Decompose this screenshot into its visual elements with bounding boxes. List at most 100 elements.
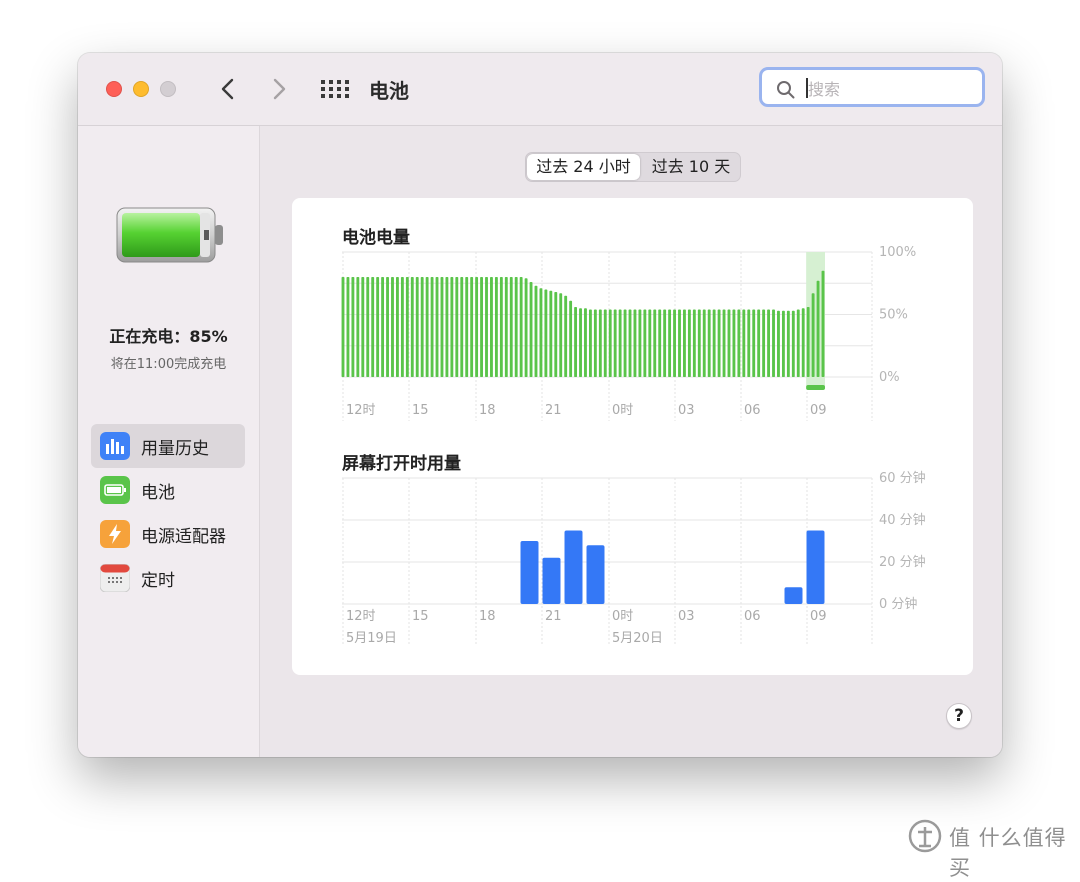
battery-bar [579, 308, 582, 377]
battery-bar [509, 277, 513, 377]
battery-bar [430, 277, 434, 377]
battery-bar [460, 277, 464, 377]
search-input[interactable] [806, 77, 970, 101]
battery-bar [767, 309, 771, 377]
x-tick-label: 12时 [346, 403, 376, 418]
battery-bar [415, 277, 419, 377]
battery-bar [673, 309, 676, 377]
x-tick-label: 06 [744, 609, 761, 624]
y-tick-label: 20 分钟 [879, 554, 926, 570]
battery-bar [480, 277, 483, 377]
x-tick-label: 09 [810, 403, 827, 418]
usage-bar [520, 541, 539, 604]
battery-bar [762, 309, 766, 377]
battery-bar [584, 308, 587, 377]
battery-bar [742, 309, 746, 377]
battery-bar [786, 310, 790, 377]
zoom-window-button[interactable] [160, 81, 176, 97]
battery-bar [564, 295, 568, 377]
segment-last-24-hours[interactable]: 过去 24 小时 [527, 154, 640, 180]
battery-bar [351, 277, 355, 377]
battery-bar [574, 307, 578, 377]
battery-bar [623, 309, 627, 377]
x-tick-label: 09 [810, 609, 827, 624]
battery-bar [772, 309, 775, 377]
battery-bar [554, 292, 558, 377]
watermark-text: 值 什么值得买 [949, 826, 1067, 880]
x-tick-label: 21 [545, 609, 562, 624]
battery-bar [410, 277, 414, 377]
minimize-window-button[interactable] [133, 81, 149, 97]
x-tick-label: 15 [412, 609, 429, 624]
segment-last-10-days[interactable]: 过去 10 天 [642, 154, 740, 180]
battery-bar [683, 309, 686, 377]
close-window-button[interactable] [106, 81, 122, 97]
battery-bar [356, 277, 360, 377]
battery-bar [559, 293, 563, 377]
battery-bar [455, 277, 459, 377]
battery-bar [752, 309, 756, 377]
y-tick-label: 100% [879, 246, 916, 260]
battery-bar [391, 277, 394, 377]
x-tick-label: 18 [479, 403, 496, 418]
sidebar-item-label: 电池 [141, 483, 175, 503]
usage-bar [564, 530, 583, 604]
sidebar-item-label: 定时 [141, 571, 175, 591]
battery-bar [588, 309, 592, 377]
battery-bar [425, 277, 429, 377]
battery-bar [544, 289, 548, 377]
usage-bar [542, 557, 561, 604]
system-preferences-window: 电池 搜索 正在充电：85% 将在11:00完成充电 用量历史 电池 电源适配器… [78, 53, 1002, 757]
battery-bar [569, 300, 573, 377]
battery-bar [722, 309, 726, 377]
battery-bar [648, 309, 652, 377]
battery-bar [717, 309, 721, 377]
show-all-button[interactable] [321, 80, 349, 98]
battery-bar [465, 277, 469, 377]
usage-history-card: 电池电量 100% 50% 0% 12时 15 18 21 0时 03 06 09 屏幕打开时用量 … [292, 198, 973, 675]
battery-bar [504, 277, 508, 377]
battery-bar [727, 309, 731, 377]
battery-bar [470, 277, 474, 377]
battery-bar [678, 309, 681, 377]
usage-bar [586, 545, 605, 604]
chevron-right-icon [273, 78, 286, 100]
chevron-left-icon [221, 78, 234, 100]
battery-level-chart: 100% 50% 0% 12时 15 18 21 0时 03 06 09 [341, 246, 916, 421]
x-tick-label: 06 [744, 403, 761, 418]
battery-bar [608, 309, 612, 377]
battery-bar [420, 277, 424, 377]
battery-bar [707, 309, 711, 377]
battery-bar [633, 309, 637, 377]
sidebar-item-label: 用量历史 [141, 439, 209, 459]
x-tick-label: 03 [678, 609, 695, 624]
battery-bar [440, 277, 444, 377]
y-tick-label: 60 分钟 [879, 470, 926, 486]
sidebar-item-battery[interactable]: 电池 [91, 468, 245, 512]
time-range-segmented-control[interactable]: 过去 24 小时 过去 10 天 [525, 152, 741, 182]
back-button[interactable] [213, 73, 243, 105]
watermark-logo-icon [908, 819, 942, 853]
battery-bar [643, 309, 647, 377]
battery-bar [534, 285, 538, 377]
x-tick-label: 12时 [346, 609, 376, 624]
title-bar: 电池 [78, 53, 1002, 126]
charge-status: 正在充电：85% [109, 327, 228, 346]
battery-bar [613, 309, 617, 377]
sidebar-item-schedule[interactable]: 定时 [91, 556, 245, 600]
help-button[interactable]: ? [946, 703, 972, 729]
battery-bar [638, 309, 642, 377]
battery-bar [697, 309, 701, 377]
usage-bar [784, 587, 803, 604]
search-field[interactable] [759, 67, 985, 107]
sidebar-item-usage-history[interactable]: 用量历史 [91, 424, 245, 468]
sidebar-item-power-adapter[interactable]: 电源适配器 [91, 512, 245, 556]
battery-bar [371, 277, 375, 377]
x-tick-label: 0时 [612, 403, 633, 418]
forward-button[interactable] [264, 73, 294, 105]
calendar-icon [99, 563, 131, 593]
y-tick-label: 0 分钟 [879, 596, 917, 612]
battery-bar [445, 277, 449, 377]
battery-bar [732, 309, 736, 377]
battery-bar [485, 277, 488, 377]
